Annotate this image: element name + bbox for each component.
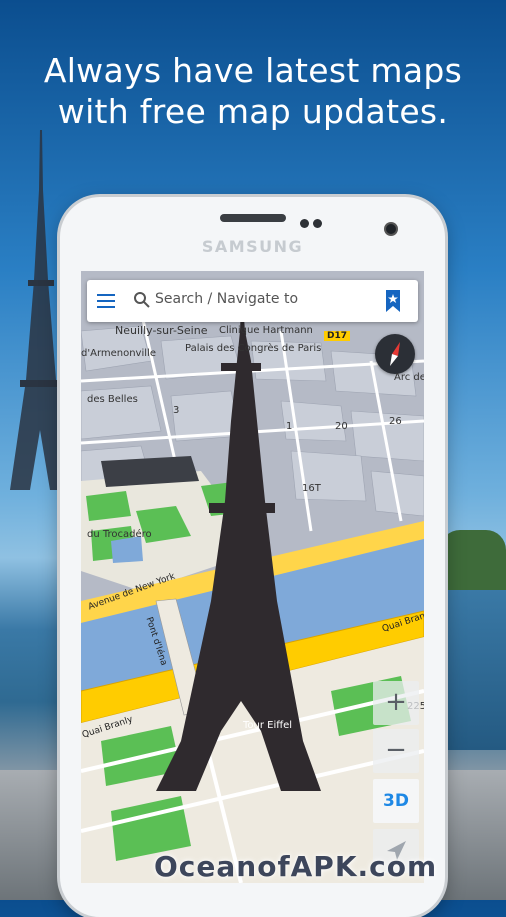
map-screen[interactable]: Search / Navigate to D17 Neuilly-sur-Sei… xyxy=(81,271,424,883)
zoom-out-button[interactable]: − xyxy=(373,729,419,773)
phone-brand: SAMSUNG xyxy=(201,237,304,256)
map-label: Neuilly-sur-Seine xyxy=(115,324,208,337)
phone-device: SAMSUNG Search / Navigate to D17 Neuilly… xyxy=(60,197,445,917)
bookmark-icon[interactable] xyxy=(385,289,401,313)
headline: Always have latest maps with free map up… xyxy=(0,50,506,132)
headline-line-2: with free map updates. xyxy=(57,92,449,131)
map-label: Palais des Congrès de Paris xyxy=(185,343,322,354)
compass-icon xyxy=(390,342,400,366)
front-camera xyxy=(386,224,396,234)
map-label: Tour Eiffel xyxy=(243,720,293,731)
compass-button[interactable] xyxy=(375,334,415,374)
map-label: du Trocadéro xyxy=(87,529,152,540)
map-label: 26 xyxy=(389,416,402,427)
map-label: Arc de xyxy=(394,372,424,383)
search-bar[interactable]: Search / Navigate to xyxy=(87,280,418,322)
zoom-in-button[interactable]: + xyxy=(373,681,419,725)
headline-line-1: Always have latest maps xyxy=(43,51,463,90)
menu-icon[interactable] xyxy=(97,294,115,308)
map-label: Clinique Hartmann xyxy=(219,325,313,336)
map-label: 1 xyxy=(286,421,293,432)
view-3d-button[interactable]: 3D xyxy=(373,779,419,823)
map-label: des Belles xyxy=(87,394,138,405)
map-label: 16T xyxy=(302,483,321,494)
map-label: d'Armenonville xyxy=(81,348,156,359)
search-input[interactable]: Search / Navigate to xyxy=(155,291,298,307)
road-badge: D17 xyxy=(324,331,350,341)
phone-speaker xyxy=(220,214,286,222)
phone-sensor xyxy=(300,219,309,228)
search-icon xyxy=(134,292,150,308)
map-label: 3 xyxy=(173,405,180,416)
map-label: 20 xyxy=(335,421,348,432)
watermark: OceanofAPK.com xyxy=(154,850,438,883)
trees-background xyxy=(440,530,506,590)
phone-sensor xyxy=(313,219,322,228)
